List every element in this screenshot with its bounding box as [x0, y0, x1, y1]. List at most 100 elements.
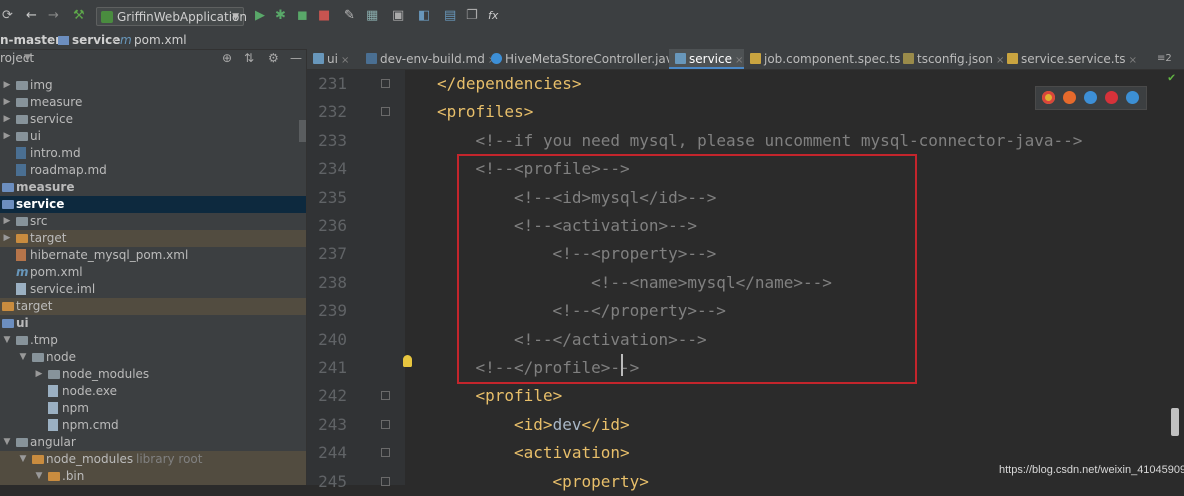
- editor-tab[interactable]: job.component.spec.ts×: [744, 49, 912, 69]
- tree-item-label: service.iml: [30, 282, 96, 296]
- close-tab-icon[interactable]: ×: [1129, 55, 1137, 66]
- tabs-overflow[interactable]: ≡2: [1157, 49, 1172, 69]
- tree-item[interactable]: ui: [0, 315, 306, 332]
- fold-marker-icon[interactable]: [381, 79, 390, 88]
- editor-tab-label: HiveMetaStoreController.java: [505, 52, 681, 66]
- back-icon[interactable]: ←: [26, 8, 37, 24]
- expand-arrow-icon[interactable]: ▼: [18, 349, 28, 366]
- forward-icon[interactable]: →: [48, 8, 59, 24]
- expand-arrow-icon[interactable]: ▼: [34, 468, 44, 485]
- tree-item[interactable]: ▶ img: [0, 77, 306, 94]
- collapse-all-icon[interactable]: ⇅: [244, 50, 254, 67]
- fold-marker-icon[interactable]: [381, 419, 390, 429]
- tree-item[interactable]: service: [0, 196, 306, 213]
- tree-item[interactable]: npm.cmd: [0, 417, 306, 434]
- safari-icon[interactable]: [1084, 91, 1097, 104]
- editor-tab[interactable]: dev-env-build.md×: [360, 49, 496, 69]
- scroll-from-source-icon[interactable]: ⊕: [222, 50, 232, 67]
- vcs-icon[interactable]: ◧: [418, 8, 430, 24]
- tree-item[interactable]: ▼ node: [0, 349, 306, 366]
- tree-item[interactable]: hibernate_mysql_pom.xml: [0, 247, 306, 264]
- editor-tab[interactable]: HiveMetaStoreController.java×: [485, 49, 692, 69]
- debug-icon[interactable]: ✱: [275, 8, 286, 24]
- editor-tab-label: service.service.ts: [1021, 52, 1126, 66]
- hide-icon[interactable]: —: [290, 50, 302, 67]
- tree-item[interactable]: roadmap.md: [0, 162, 306, 179]
- json-file-icon: [903, 53, 914, 64]
- tree-item[interactable]: ▼ node_modules library root: [0, 451, 306, 468]
- fx-icon[interactable]: fx: [488, 8, 498, 24]
- tree-item[interactable]: ▶ node_modules: [0, 366, 306, 383]
- build-hammer-icon[interactable]: ⚒: [73, 8, 85, 24]
- fold-marker-icon[interactable]: [381, 476, 390, 486]
- editor-tab[interactable]: service ×: [669, 49, 744, 69]
- tree-item[interactable]: service.iml: [0, 281, 306, 298]
- layout-icon[interactable]: ▤: [444, 8, 456, 24]
- close-tab-icon[interactable]: ×: [341, 55, 349, 66]
- tree-item[interactable]: target: [0, 298, 306, 315]
- tree-item[interactable]: ▶ service: [0, 111, 306, 128]
- stop-icon[interactable]: ■: [318, 8, 330, 24]
- copy-icon[interactable]: ❐: [466, 8, 478, 24]
- fold-marker-icon[interactable]: [381, 107, 390, 117]
- tree-item[interactable]: measure: [0, 179, 306, 196]
- sidebar-scrollbar[interactable]: [299, 120, 306, 142]
- tree-item[interactable]: ▼ .tmp: [0, 332, 306, 349]
- tree-item[interactable]: m pom.xml: [0, 264, 306, 281]
- highlight-box: [457, 154, 917, 384]
- expand-arrow-icon[interactable]: ▼: [2, 332, 12, 349]
- ie-icon[interactable]: [1126, 91, 1139, 104]
- editor-tab[interactable]: service.service.ts ×: [1001, 49, 1137, 69]
- collapse-arrow-icon[interactable]: ▶: [2, 111, 12, 128]
- xml-file-icon: [16, 249, 26, 261]
- tree-item[interactable]: ▶ target: [0, 230, 306, 247]
- opera-icon[interactable]: [1105, 91, 1118, 104]
- collapse-arrow-icon[interactable]: ▶: [2, 230, 12, 247]
- tree-item[interactable]: ▶ ui: [0, 128, 306, 145]
- breadcrumb-file[interactable]: pom.xml: [134, 32, 187, 49]
- line-number: 231: [318, 74, 347, 93]
- tree-item[interactable]: node.exe: [0, 383, 306, 400]
- firefox-icon[interactable]: [1063, 91, 1076, 104]
- project-structure-icon[interactable]: ▦: [366, 8, 378, 24]
- tree-item[interactable]: intro.md: [0, 145, 306, 162]
- maven-icon: m: [120, 33, 132, 47]
- editor-tab-label: dev-env-build.md: [380, 52, 485, 66]
- module-icon: [2, 200, 14, 209]
- folder-icon: [16, 81, 28, 90]
- collapse-arrow-icon[interactable]: ▶: [2, 128, 12, 145]
- tree-item[interactable]: ▼ angular: [0, 434, 306, 451]
- editor-tab-label: service: [689, 52, 732, 66]
- collapse-arrow-icon[interactable]: ▶: [2, 77, 12, 94]
- editor-tab[interactable]: tsconfig.json ×: [897, 49, 1004, 69]
- fold-marker-icon[interactable]: [381, 391, 390, 401]
- chrome-icon[interactable]: [1042, 91, 1055, 104]
- code-editor[interactable]: 231 </dependencies> 232 <profiles> 233 <!--if…: [307, 70, 1184, 491]
- tree-item[interactable]: npm: [0, 400, 306, 417]
- editor-scrollbar[interactable]: [1171, 408, 1179, 436]
- tree-item[interactable]: ▶ measure: [0, 94, 306, 111]
- tree-item[interactable]: ▶ src: [0, 213, 306, 230]
- gear-icon[interactable]: ⚙: [268, 50, 279, 67]
- fold-marker-icon[interactable]: [381, 448, 390, 458]
- line-number: 236: [318, 216, 347, 235]
- expand-arrow-icon[interactable]: ▼: [18, 451, 28, 468]
- line-number: 240: [318, 329, 347, 349]
- lightbulb-icon[interactable]: [403, 355, 412, 367]
- close-tab-icon[interactable]: ×: [735, 55, 743, 66]
- run-configuration-dropdown[interactable]: GriffinWebApplication ▼: [96, 7, 247, 26]
- editor-tab[interactable]: ui ×: [307, 49, 360, 69]
- expand-arrow-icon[interactable]: ▼: [2, 434, 12, 451]
- chevron-down-icon[interactable]: ▼: [24, 50, 31, 67]
- run-coverage-icon[interactable]: ◼: [297, 8, 308, 24]
- sync-icon[interactable]: ⟳: [2, 8, 13, 24]
- run-icon[interactable]: ▶: [255, 8, 265, 24]
- markdown-file-icon: [16, 164, 26, 176]
- settings-wrench-icon[interactable]: ✎: [344, 8, 355, 24]
- sdk-icon[interactable]: ▣: [392, 8, 404, 24]
- collapse-arrow-icon[interactable]: ▶: [2, 213, 12, 230]
- line-number: 245: [318, 471, 347, 491]
- collapse-arrow-icon[interactable]: ▶: [2, 94, 12, 111]
- tree-item[interactable]: ▼ .bin: [0, 468, 306, 485]
- collapse-arrow-icon[interactable]: ▶: [34, 366, 44, 383]
